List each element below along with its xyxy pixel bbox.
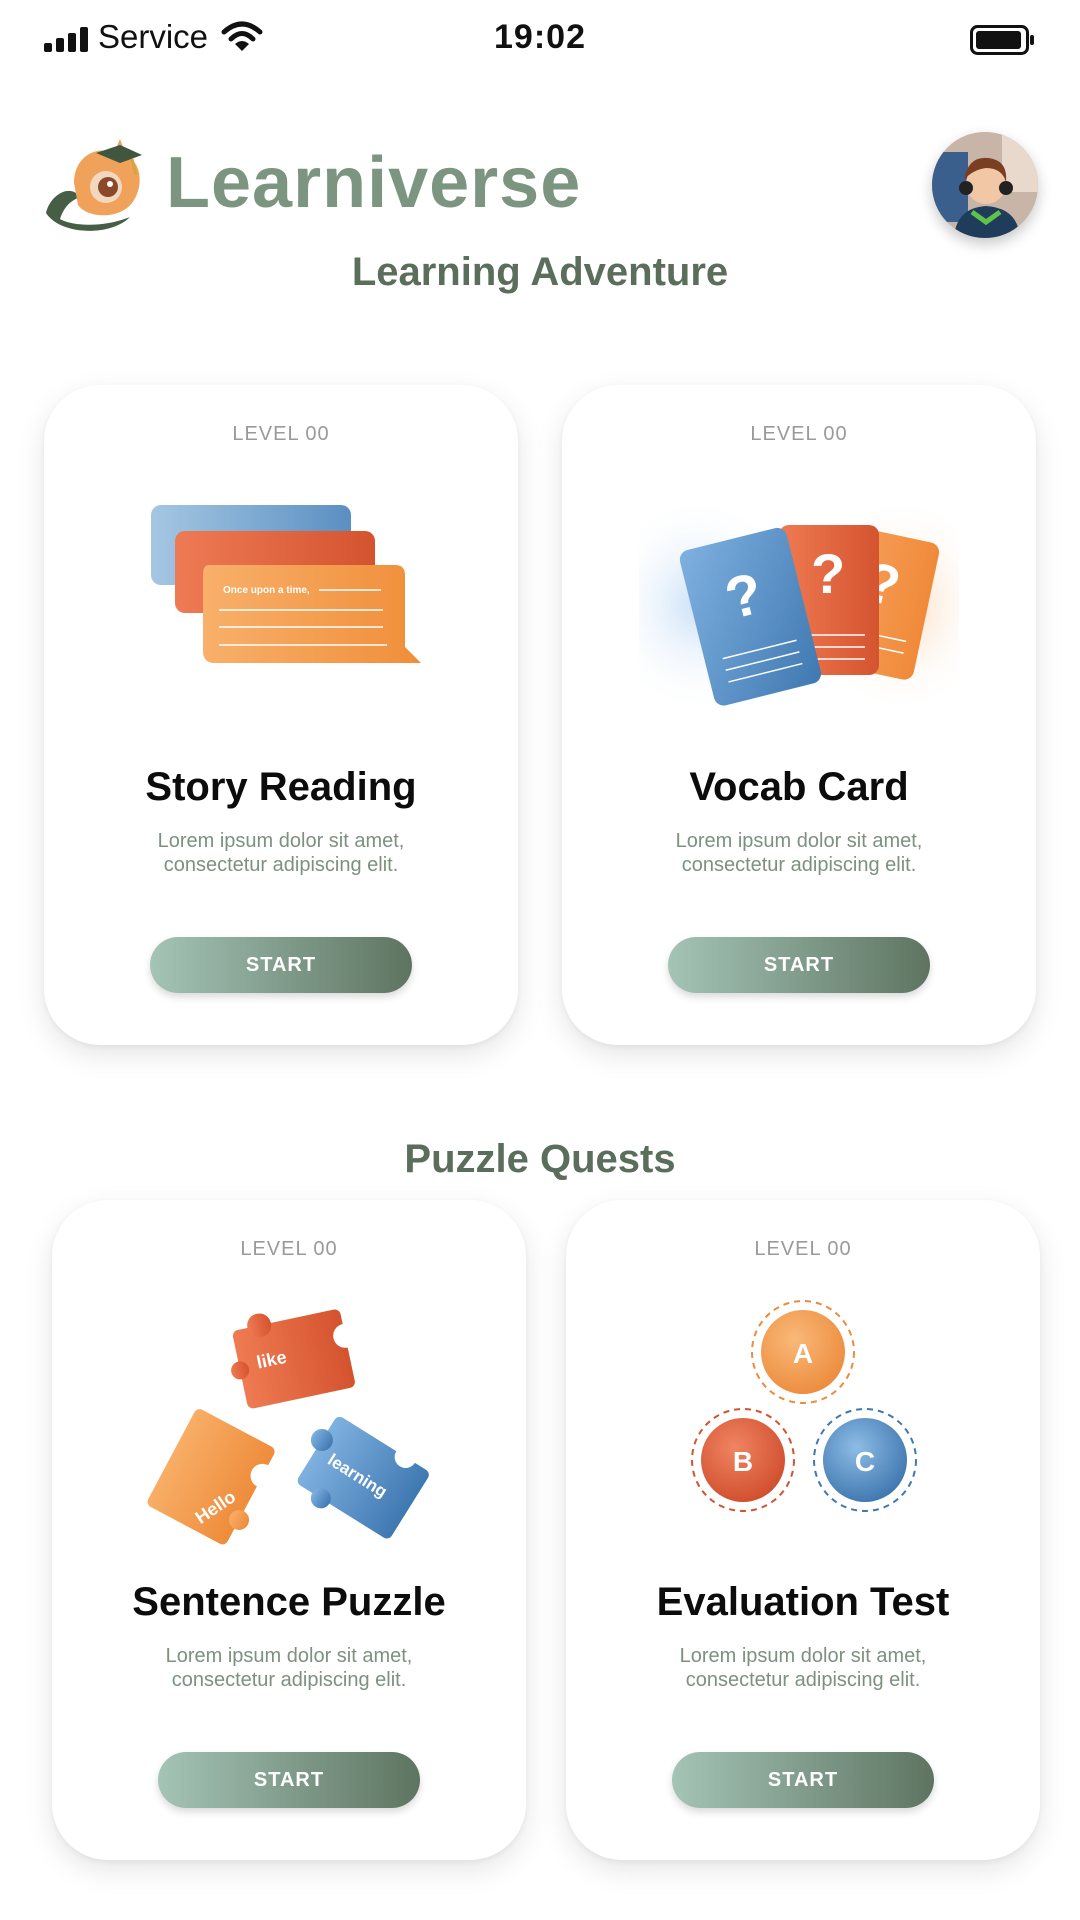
level-label: LEVEL 00 [232, 423, 330, 445]
start-button[interactable]: START [158, 1752, 420, 1808]
level-label: LEVEL 00 [750, 423, 848, 445]
clock: 19:02 [494, 18, 586, 56]
section-title-puzzle-quests: Puzzle Quests [404, 1137, 676, 1181]
desc-line: Lorem ipsum dolor sit amet, [157, 830, 405, 852]
desc-line: Lorem ipsum dolor sit amet, [675, 830, 923, 852]
owl-logo-icon [46, 139, 142, 231]
level-label: LEVEL 00 [240, 1238, 338, 1260]
card-title: Sentence Puzzle [132, 1580, 446, 1624]
card-description: Lorem ipsum dolor sit amet, consectetur … [94, 829, 468, 877]
puzzle-pieces-illustration: like Hello learning [147, 1309, 429, 1545]
desc-line: consectetur adipiscing elit. [171, 1669, 407, 1691]
abc-options-illustration: A B C [691, 1300, 917, 1512]
vocab-cards-illustration: ? ? ? [639, 495, 959, 715]
battery-icon [970, 25, 1034, 55]
desc-line: Lorem ipsum dolor sit amet, [679, 1645, 927, 1667]
level-label: LEVEL 00 [754, 1238, 852, 1260]
card-description: Lorem ipsum dolor sit amet, consectetur … [102, 1644, 476, 1692]
desc-line: consectetur adipiscing elit. [685, 1669, 921, 1691]
card-title: Vocab Card [689, 765, 909, 809]
option-c: C [855, 1446, 875, 1477]
story-snippet: Once upon a time, [223, 585, 310, 596]
svg-text:?: ? [811, 542, 845, 605]
desc-line: consectetur adipiscing elit. [163, 854, 399, 876]
start-button[interactable]: START [668, 937, 930, 993]
start-button[interactable]: START [150, 937, 412, 993]
user-avatar[interactable] [932, 132, 1038, 238]
desc-line: consectetur adipiscing elit. [681, 854, 917, 876]
card-sentence-puzzle[interactable]: LEVEL 00 like Hello learning Sentence Pu… [52, 1200, 526, 1860]
card-story-reading[interactable]: LEVEL 00 Once upon a time, Story Reading… [44, 385, 518, 1045]
option-a: A [793, 1338, 813, 1369]
status-bar: Service 19:02 [0, 0, 1080, 80]
card-title: Story Reading [145, 765, 417, 809]
card-description: Lorem ipsum dolor sit amet, consectetur … [612, 829, 986, 877]
child-avatar-icon [932, 132, 1038, 238]
app-title: Learniverse [166, 143, 582, 223]
story-cards-illustration: Once upon a time, [151, 505, 421, 663]
start-button[interactable]: START [672, 1752, 934, 1808]
option-b: B [733, 1446, 753, 1477]
desc-line: Lorem ipsum dolor sit amet, [165, 1645, 413, 1667]
card-title: Evaluation Test [656, 1580, 950, 1624]
card-vocab-card[interactable]: LEVEL 00 ? ? ? Vocab Card Lorem ipsum do… [562, 385, 1036, 1045]
section-title-learning-adventure: Learning Adventure [351, 250, 729, 294]
card-description: Lorem ipsum dolor sit amet, consectetur … [616, 1644, 990, 1692]
card-evaluation-test[interactable]: LEVEL 00 A B C Evaluation Test Lorem ips… [566, 1200, 1040, 1860]
